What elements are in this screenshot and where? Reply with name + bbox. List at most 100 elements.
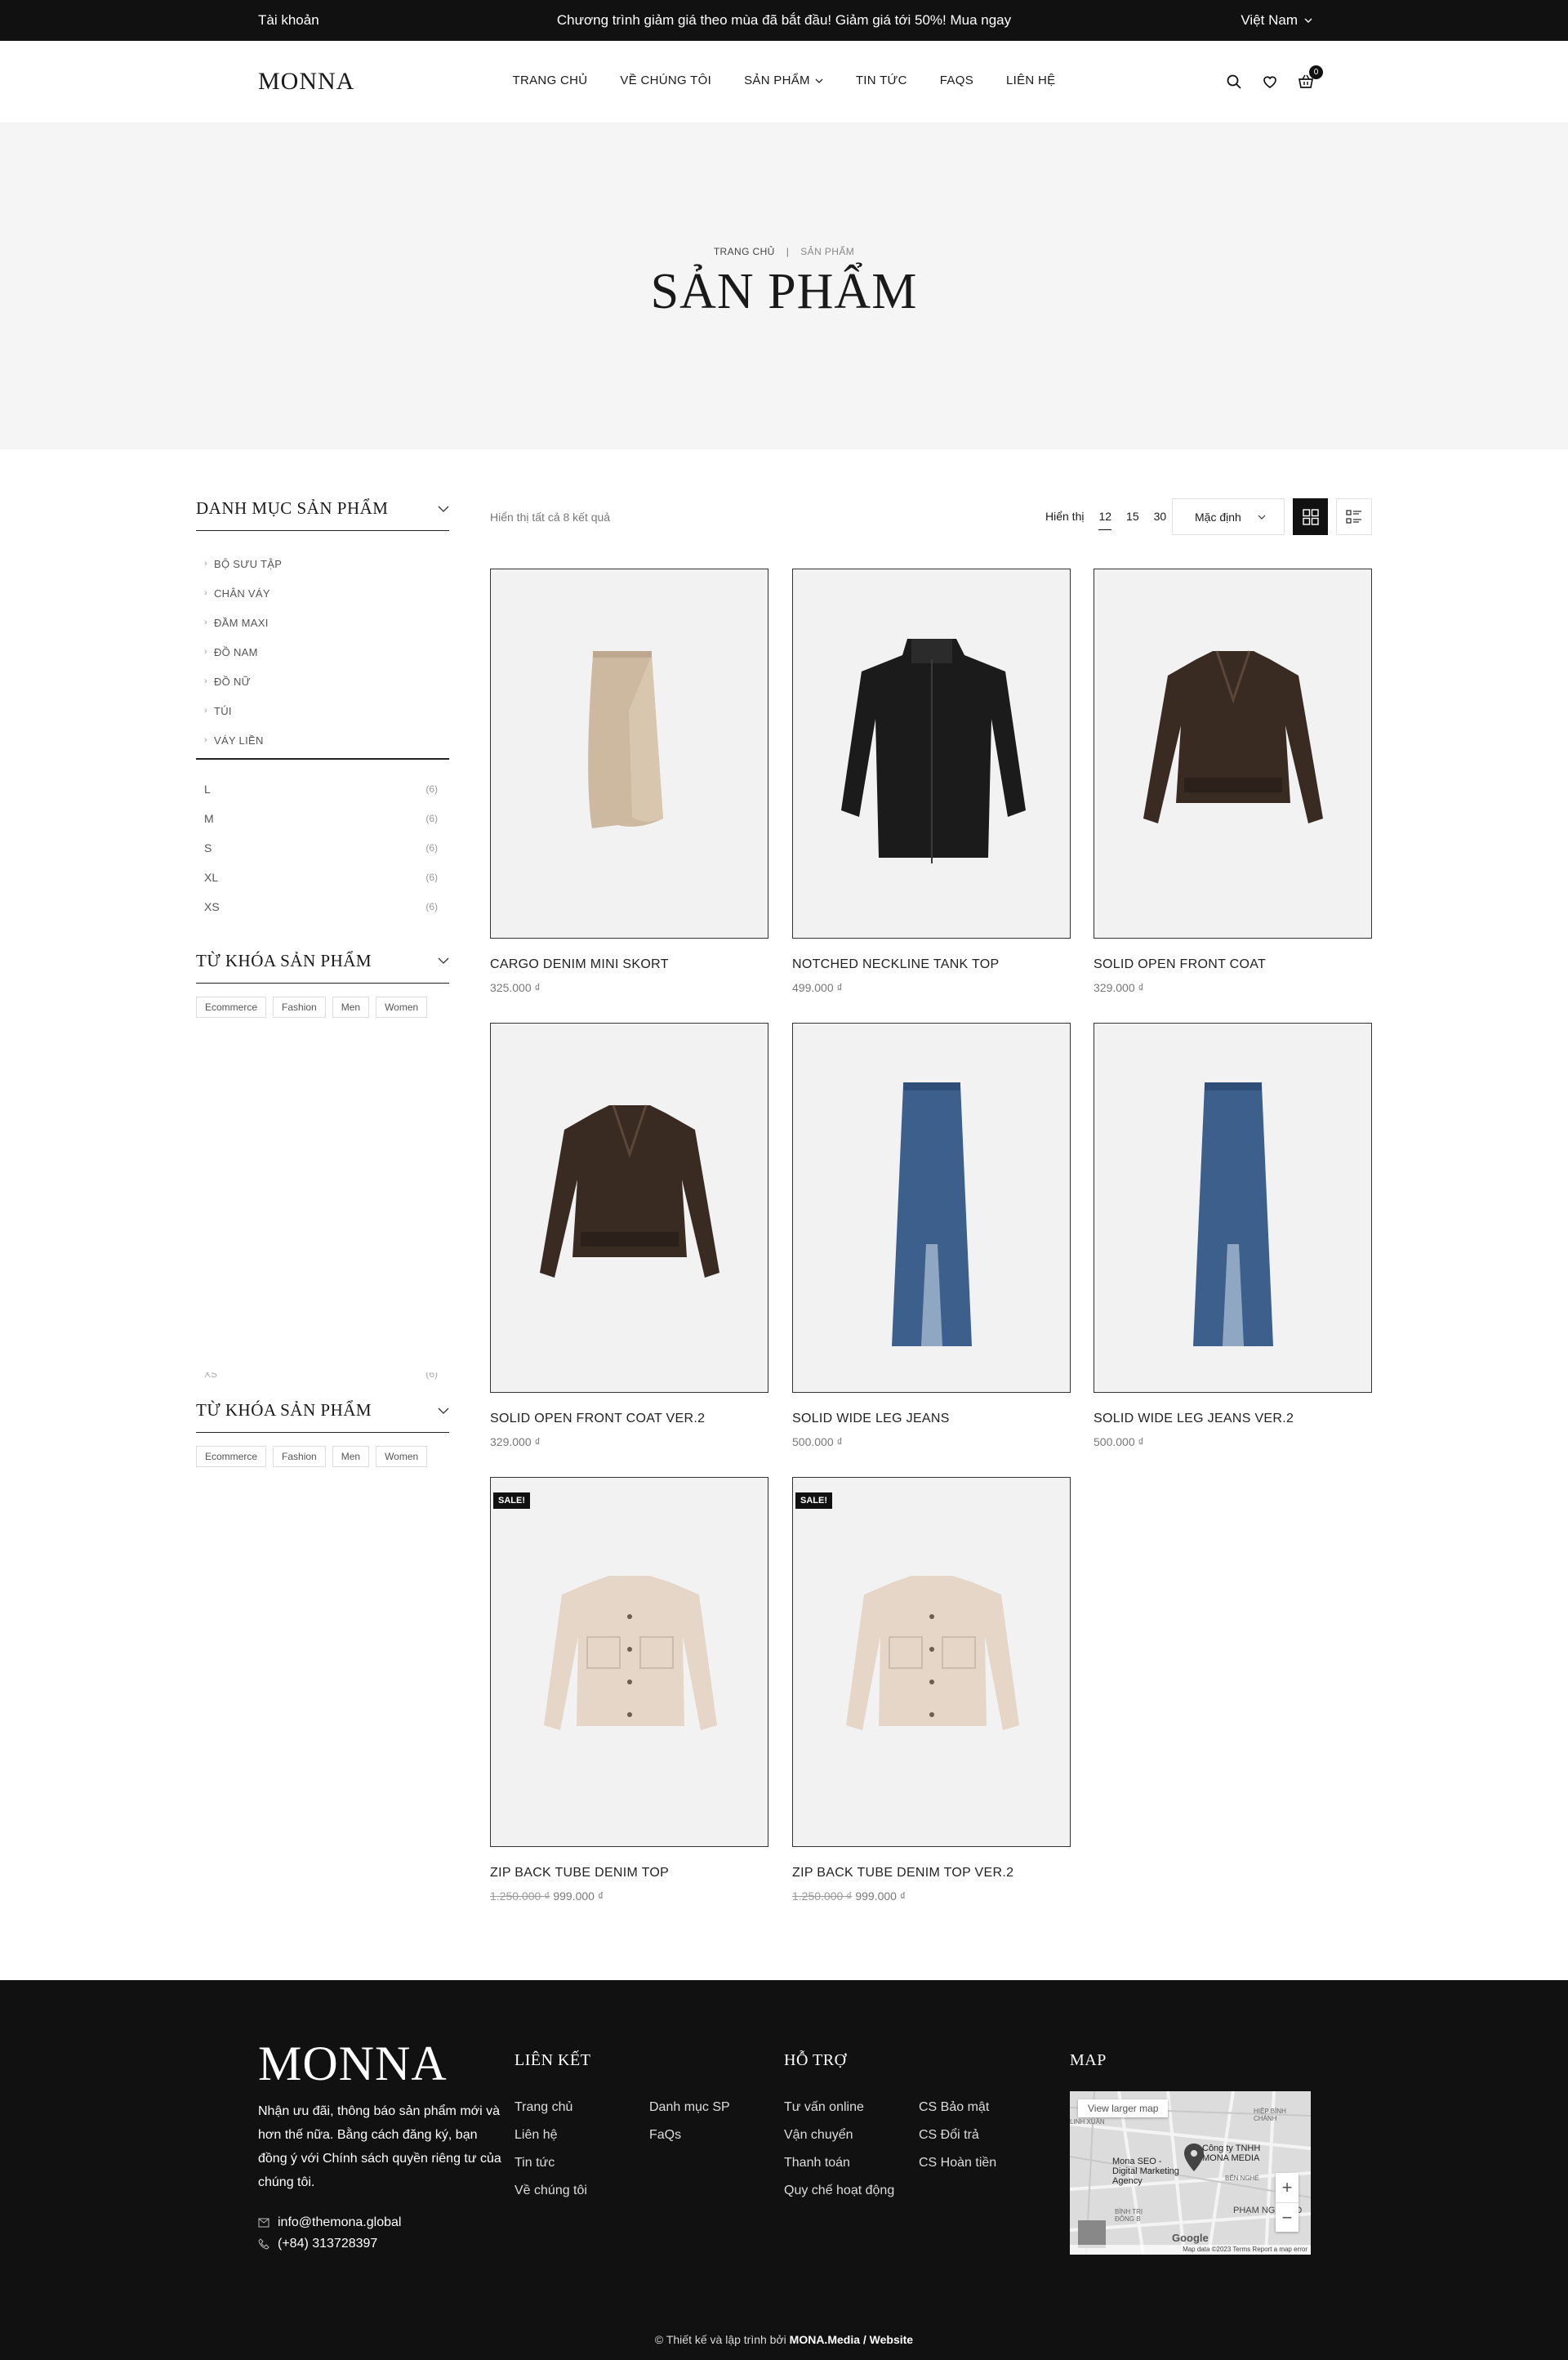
tag-fashion[interactable]: Fashion — [273, 1446, 326, 1467]
nav-about[interactable]: VỀ CHÚNG TÔI — [620, 74, 711, 87]
tag-fashion[interactable]: Fashion — [273, 996, 326, 1018]
product-name[interactable]: NOTCHED NECKLINE TANK TOP — [792, 957, 1071, 972]
footer-link[interactable]: Danh mục SP — [649, 2100, 730, 2114]
footer-link[interactable]: Trang chủ — [514, 2100, 572, 2114]
product-image[interactable] — [792, 1023, 1071, 1393]
footer-email[interactable]: info@themona.global — [258, 2212, 401, 2233]
footer-link[interactable]: Tin tức — [514, 2156, 555, 2170]
promo-text[interactable]: Chương trình giảm giá theo mùa đã bắt đầ… — [557, 12, 1011, 28]
product-photo — [588, 651, 663, 828]
category-widget-header[interactable]: DANH MỤC SẢN PHẨM — [196, 498, 449, 531]
category-item[interactable]: › ĐỒ NỮ — [196, 667, 449, 696]
product-image[interactable] — [1094, 1023, 1372, 1393]
product-name[interactable]: SOLID OPEN FRONT COAT VER.2 — [490, 1412, 768, 1426]
heart-icon[interactable] — [1261, 73, 1279, 91]
footer-phone[interactable]: (+84) 313728397 — [258, 2233, 401, 2255]
per-page-option[interactable]: 15 — [1126, 510, 1139, 529]
footer-link[interactable]: Tư vấn online — [784, 2100, 864, 2114]
nav-products-label: SẢN PHẨM — [744, 74, 810, 87]
product-card[interactable]: SOLID WIDE LEG JEANS 500.000 ₫ — [792, 1023, 1071, 1448]
copyright: © Thiết kế và lập trình bởi MONA.Media /… — [0, 2333, 1568, 2346]
product-photo — [1193, 1082, 1273, 1346]
tag-ecommerce[interactable]: Ecommerce — [196, 996, 267, 1018]
category-item[interactable]: › ĐỒ NAM — [196, 637, 449, 667]
tag-women[interactable]: Women — [376, 1446, 428, 1467]
product-image[interactable]: SALE! — [792, 1477, 1071, 1847]
per-page-option[interactable]: 30 — [1154, 510, 1167, 529]
category-item[interactable]: › TÚI — [196, 696, 449, 725]
map-area-label: HIỆP BÌNH CHÁNH — [1254, 2108, 1286, 2122]
product-image[interactable] — [792, 569, 1071, 939]
phone-icon — [258, 2238, 270, 2250]
product-card[interactable]: NOTCHED NECKLINE TANK TOP 499.000 ₫ — [792, 569, 1071, 994]
cart-icon[interactable]: 0 — [1297, 65, 1323, 91]
list-view-button[interactable] — [1336, 498, 1372, 535]
product-card[interactable]: SOLID OPEN FRONT COAT 329.000 ₫ — [1094, 569, 1372, 994]
product-card[interactable]: SOLID OPEN FRONT COAT VER.2 329.000 ₫ — [490, 1023, 768, 1448]
product-name[interactable]: SOLID OPEN FRONT COAT — [1094, 957, 1372, 972]
category-item[interactable]: › BỘ SƯU TẬP — [196, 549, 449, 578]
footer-link[interactable]: CS Đổi trả — [919, 2128, 979, 2142]
header-icons: 0 — [1225, 65, 1323, 91]
language-selector[interactable]: Việt Nam — [1241, 12, 1312, 29]
footer-link[interactable]: Thanh toán — [784, 2156, 850, 2170]
footer-logo[interactable]: MONNA — [258, 2036, 448, 2092]
product-image[interactable] — [1094, 569, 1372, 939]
product-image[interactable] — [490, 1023, 768, 1393]
product-card[interactable]: SALE! ZIP BACK TUBE DENIM TOP 1.250.000 … — [490, 1477, 768, 1903]
tag-widget-header[interactable]: TỪ KHÓA SẢN PHẨM — [196, 951, 449, 984]
zoom-in-button[interactable]: + — [1276, 2173, 1298, 2202]
account-link[interactable]: Tài khoản — [258, 12, 319, 29]
tag-men[interactable]: Men — [332, 1446, 370, 1467]
tag-ecommerce[interactable]: Ecommerce — [196, 1446, 267, 1467]
search-icon[interactable] — [1225, 73, 1243, 91]
view-larger-map-link[interactable]: View larger map — [1078, 2099, 1169, 2117]
tag-men[interactable]: Men — [332, 996, 370, 1018]
embedded-map[interactable]: View larger map Công ty TNHH MONA MEDIA … — [1070, 2091, 1311, 2255]
category-item[interactable]: › ĐẦM MAXI — [196, 608, 449, 637]
product-image[interactable] — [490, 569, 768, 939]
product-card[interactable]: CARGO DENIM MINI SKORT 325.000 ₫ — [490, 569, 768, 994]
product-card[interactable]: SOLID WIDE LEG JEANS VER.2 500.000 ₫ — [1094, 1023, 1372, 1448]
product-name[interactable]: SOLID WIDE LEG JEANS VER.2 — [1094, 1412, 1372, 1426]
size-filter-item[interactable]: L (6) — [196, 774, 449, 804]
per-page-option[interactable]: 12 — [1098, 510, 1112, 530]
shop-toolbar: Hiển thị tất cả 8 kết quả Hiển thị 12 15… — [490, 498, 1372, 535]
product-name[interactable]: ZIP BACK TUBE DENIM TOP — [490, 1866, 768, 1880]
product-card[interactable]: SALE! ZIP BACK TUBE DENIM TOP VER.2 1.25… — [792, 1477, 1071, 1903]
category-item[interactable]: › VÁY LIỀN — [196, 725, 449, 755]
nav-faqs[interactable]: FAQS — [940, 74, 973, 87]
footer-link[interactable]: FaQs — [649, 2128, 681, 2142]
nav-home[interactable]: TRANG CHỦ — [513, 74, 588, 87]
sort-select[interactable]: Mặc định — [1172, 498, 1285, 535]
grid-view-button[interactable] — [1293, 498, 1328, 535]
product-price-value: 500.000 ₫ — [792, 1435, 843, 1448]
tag-widget-header[interactable]: TỪ KHÓA SẢN PHẨM — [196, 1400, 449, 1433]
breadcrumb-separator: | — [786, 246, 790, 257]
product-name[interactable]: CARGO DENIM MINI SKORT — [490, 957, 768, 972]
size-filter-item[interactable]: M (6) — [196, 804, 449, 833]
footer-link[interactable]: Vận chuyển — [784, 2128, 853, 2142]
product-name[interactable]: SOLID WIDE LEG JEANS — [792, 1412, 1071, 1426]
size-filter-item[interactable]: XS (6) — [196, 892, 449, 921]
size-count: (6) — [425, 900, 438, 912]
category-item[interactable]: › CHÂN VÁY — [196, 578, 449, 608]
copyright-brand-link[interactable]: MONA.Media / Website — [790, 2333, 913, 2346]
footer-link[interactable]: CS Bảo mật — [919, 2100, 989, 2114]
product-photo — [846, 1576, 1019, 1730]
size-filter-item[interactable]: XL (6) — [196, 863, 449, 892]
nav-news[interactable]: TIN TỨC — [856, 74, 907, 87]
product-name[interactable]: ZIP BACK TUBE DENIM TOP VER.2 — [792, 1866, 1071, 1880]
tag-women[interactable]: Women — [376, 996, 428, 1018]
footer-link[interactable]: Quy chế hoạt động — [784, 2184, 894, 2197]
nav-products[interactable]: SẢN PHẨM — [744, 74, 823, 87]
footer-link[interactable]: CS Hoàn tiền — [919, 2156, 996, 2170]
nav-contact[interactable]: LIÊN HỆ — [1006, 74, 1055, 87]
footer-link[interactable]: Về chúng tôi — [514, 2184, 587, 2197]
tag-cloud: Ecommerce Fashion Men Women — [196, 996, 449, 1018]
footer-link[interactable]: Liên hệ — [514, 2128, 558, 2142]
breadcrumb-home[interactable]: TRANG CHỦ — [714, 246, 775, 257]
product-image[interactable]: SALE! — [490, 1477, 768, 1847]
zoom-out-button[interactable]: − — [1276, 2202, 1298, 2232]
size-filter-item[interactable]: S (6) — [196, 833, 449, 863]
